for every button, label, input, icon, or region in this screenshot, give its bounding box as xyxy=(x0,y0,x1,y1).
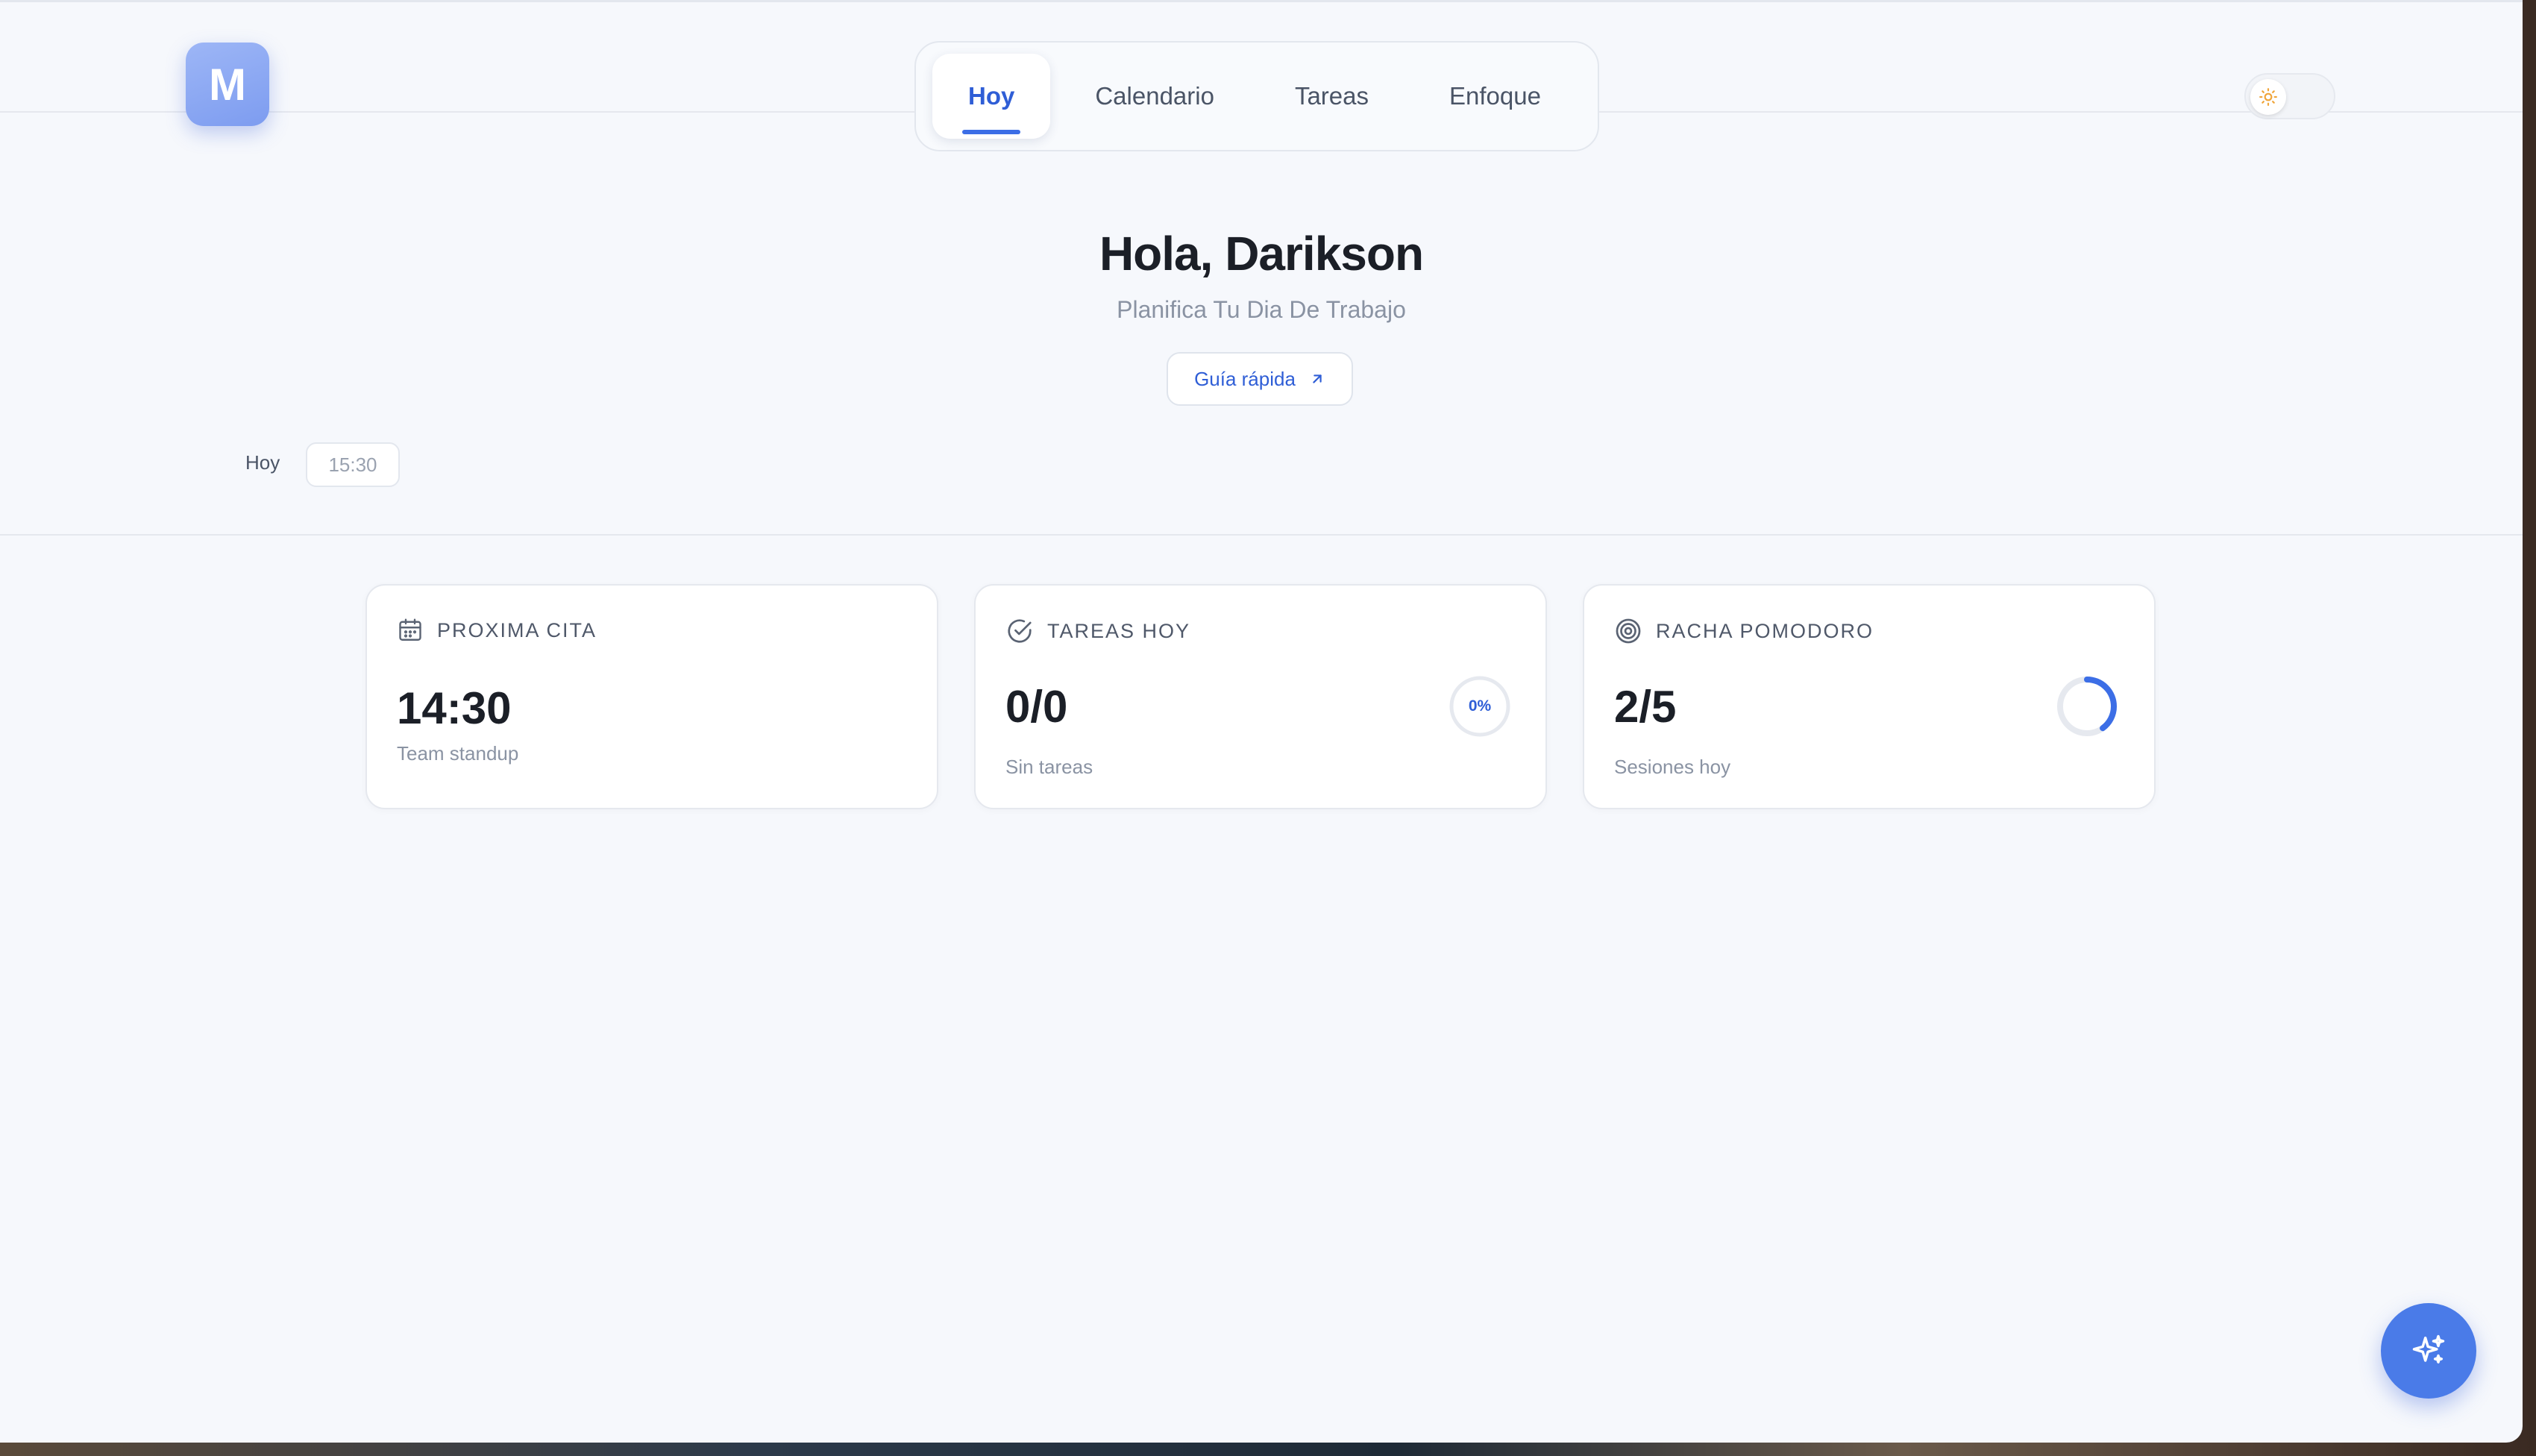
date-label: Hoy xyxy=(245,451,280,474)
appointment-time: 14:30 xyxy=(397,683,512,733)
ai-assistant-button[interactable] xyxy=(2381,1303,2476,1399)
check-circle-icon xyxy=(1008,619,1032,643)
tab-label: Calendario xyxy=(1095,82,1214,110)
app-window: M Hoy Calendario Tareas Enfoque Hola, Da… xyxy=(0,0,2523,1443)
section-divider xyxy=(0,534,2523,536)
tasks-status: Sin tareas xyxy=(1005,756,1093,778)
arrow-up-right-icon xyxy=(1313,374,1322,383)
tab-label: Hoy xyxy=(968,82,1015,110)
card-header: RACHA POMODORO xyxy=(1614,617,1874,645)
app-logo[interactable]: M xyxy=(186,43,269,126)
logo-letter: M xyxy=(209,59,246,110)
pomodoro-count: 2/5 xyxy=(1614,682,1677,732)
current-time-chip[interactable]: 15:30 xyxy=(306,442,400,487)
quick-guide-button[interactable]: Guía rápida xyxy=(1167,352,1353,406)
next-appointment-card[interactable]: PROXIMA CITA 14:30 Team standup xyxy=(365,584,938,809)
card-title: RACHA POMODORO xyxy=(1656,619,1874,642)
theme-toggle-knob xyxy=(2250,79,2286,115)
calendar-icon xyxy=(399,618,421,641)
tasks-today-card[interactable]: TAREAS HOY 0/0 Sin tareas 0% xyxy=(974,584,1547,809)
tab-calendario[interactable]: Calendario xyxy=(1059,54,1250,139)
pomodoro-streak-card[interactable]: RACHA POMODORO 2/5 Sesiones hoy xyxy=(1583,584,2156,809)
current-time: 15:30 xyxy=(328,453,377,476)
progress-ring-graphic xyxy=(2057,677,2117,736)
tab-hoy[interactable]: Hoy xyxy=(932,54,1051,139)
main-nav: Hoy Calendario Tareas Enfoque xyxy=(914,41,1599,151)
quick-guide-label: Guía rápida xyxy=(1194,367,1296,390)
tasks-progress-label: 0% xyxy=(1468,697,1492,715)
pomodoro-subtitle: Sesiones hoy xyxy=(1614,756,1731,778)
appointment-name: Team standup xyxy=(397,742,519,765)
sparkles-icon xyxy=(2412,1334,2445,1364)
target-icon xyxy=(1616,618,1641,644)
tab-tareas[interactable]: Tareas xyxy=(1259,54,1404,139)
tab-label: Enfoque xyxy=(1449,82,1541,110)
sun-icon xyxy=(2259,88,2277,106)
greeting-subtitle: Planifica Tu Dia De Trabajo xyxy=(1117,296,1406,323)
tab-enfoque[interactable]: Enfoque xyxy=(1413,54,1577,139)
card-title: PROXIMA CITA xyxy=(437,618,597,641)
tasks-progress-ring: 0% xyxy=(1449,675,1511,738)
tasks-count: 0/0 xyxy=(1005,682,1068,732)
tab-label: Tareas xyxy=(1294,82,1369,110)
theme-toggle[interactable] xyxy=(2244,73,2335,119)
card-header: TAREAS HOY xyxy=(1005,617,1190,645)
card-header: PROXIMA CITA xyxy=(397,617,597,644)
active-tab-indicator xyxy=(962,130,1021,134)
card-title: TAREAS HOY xyxy=(1047,619,1191,642)
pomodoro-progress-ring xyxy=(2056,675,2118,738)
greeting-title: Hola, Darikson xyxy=(1099,227,1424,280)
